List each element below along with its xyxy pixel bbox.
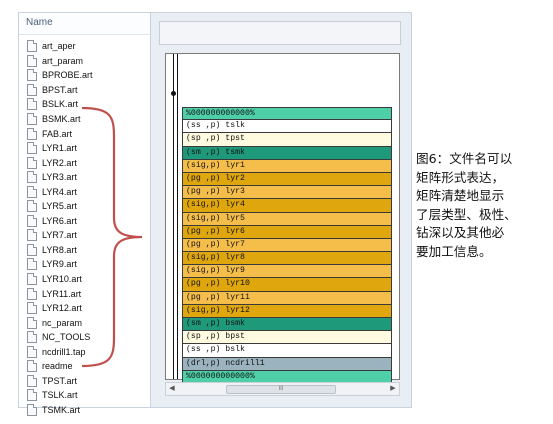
- document-icon: [27, 127, 37, 140]
- document-icon: [27, 287, 37, 300]
- document-icon: [27, 243, 37, 256]
- layer-row[interactable]: (pg ,p) lyr2: [182, 172, 392, 187]
- layer-row[interactable]: (drl,p) ncdrill1: [182, 357, 392, 371]
- horizontal-scrollbar[interactable]: ◀ III ▶: [165, 382, 400, 396]
- caption-line: 了层类型、极性、: [416, 206, 517, 222]
- file-item[interactable]: BPST.art: [27, 83, 93, 98]
- file-name: TSMK.art: [42, 404, 81, 415]
- document-icon: [27, 83, 37, 96]
- layer-row[interactable]: (ss ,p) bslk: [182, 344, 392, 358]
- file-name: LYR6.art: [42, 215, 77, 226]
- file-name: BSLK.art: [42, 99, 79, 110]
- layer-matrix-table: %000000000000% (ss ,p) tslk (sp ,p) tpst (s…: [182, 107, 392, 384]
- file-name: nc_param: [42, 317, 83, 328]
- document-icon: [27, 214, 37, 227]
- document-icon: [27, 403, 37, 416]
- file-name: LYR2.art: [42, 157, 77, 168]
- layer-row[interactable]: (sig,p) lyr5: [182, 212, 392, 226]
- file-name: LYR5.art: [42, 201, 77, 212]
- scroll-left-arrow-icon[interactable]: ◀: [166, 383, 178, 395]
- figure-caption: 图6：文件名可以 矩阵形式表达， 矩阵清楚地显示 了层类型、极性、 钻深以及其他必 要加工…: [416, 150, 550, 262]
- document-icon: [27, 171, 37, 184]
- document-icon: [27, 331, 37, 344]
- document-icon: [27, 40, 37, 53]
- scrollbar-thumb[interactable]: III: [226, 385, 336, 394]
- name-column-header[interactable]: Name: [19, 13, 154, 35]
- file-name: FAB.art: [42, 128, 73, 139]
- layer-row[interactable]: (sig,p) lyr4: [182, 199, 392, 213]
- file-name: art_param: [42, 55, 84, 66]
- document-icon: [27, 229, 37, 242]
- scroll-right-arrow-icon[interactable]: ▶: [387, 383, 399, 395]
- file-name: LYR4.art: [42, 186, 77, 197]
- viewer-toolbar-box: [159, 21, 401, 45]
- document-icon: [27, 200, 37, 213]
- layer-matrix-viewer: %000000000000% (ss ,p) tslk (sp ,p) tpst (s…: [150, 12, 412, 408]
- file-name: BPROBE.art: [42, 70, 93, 81]
- layer-row[interactable]: (sm ,p) tsmk: [182, 146, 392, 160]
- name-header-label: Name: [26, 17, 53, 28]
- file-item[interactable]: TSLK.art: [27, 388, 93, 403]
- layer-row[interactable]: (sig,p) lyr1: [182, 159, 392, 173]
- file-name: LYR11.art: [42, 288, 82, 299]
- document-icon: [27, 54, 37, 67]
- document-icon: [27, 69, 37, 82]
- layer-row[interactable]: %000000000000%: [182, 107, 392, 121]
- matrix-canvas: %000000000000% (ss ,p) tslk (sp ,p) tpst (s…: [165, 53, 400, 384]
- document-icon: [27, 316, 37, 329]
- document-icon: [27, 98, 37, 111]
- document-icon: [27, 156, 37, 169]
- document-icon: [27, 360, 37, 373]
- canvas-guide-line: [177, 54, 178, 379]
- file-name: TSLK.art: [42, 390, 78, 401]
- file-item[interactable]: TPST.art: [27, 374, 93, 389]
- file-name: art_aper: [42, 41, 76, 52]
- layer-row[interactable]: (pg ,p) lyr7: [182, 238, 392, 253]
- layer-row[interactable]: (ss ,p) tslk: [182, 120, 392, 134]
- caption-line: 图6：文件名可以: [416, 151, 513, 166]
- layer-row[interactable]: (pg ,p) lyr11: [182, 291, 392, 305]
- file-name: TPST.art: [42, 375, 78, 386]
- document-icon: [27, 142, 37, 155]
- caption-line: 钻深以及其他必: [416, 225, 505, 241]
- file-name: LYR9.art: [42, 259, 77, 270]
- document-icon: [27, 302, 37, 315]
- document-icon: [27, 258, 37, 271]
- caption-line: 矩阵形式表达，: [416, 169, 505, 185]
- file-item[interactable]: art_aper: [27, 39, 93, 54]
- red-brace-annotation: [81, 106, 143, 368]
- layer-row[interactable]: (sig,p) lyr12: [182, 304, 392, 318]
- layer-row[interactable]: (pg ,p) lyr10: [182, 278, 392, 292]
- file-name: LYR3.art: [42, 172, 77, 183]
- layer-row[interactable]: (pg ,p) lyr3: [182, 186, 392, 200]
- caption-line: 要加工信息。: [416, 243, 492, 259]
- file-name: BPST.art: [42, 84, 78, 95]
- anchor-dot: [171, 91, 176, 96]
- layer-row[interactable]: (sp ,p) tpst: [182, 133, 392, 147]
- file-name: LYR8.art: [42, 244, 77, 255]
- document-icon: [27, 345, 37, 358]
- file-item[interactable]: BPROBE.art: [27, 68, 93, 83]
- layer-row[interactable]: (sp ,p) bpst: [182, 331, 392, 345]
- document-icon: [27, 374, 37, 387]
- file-item[interactable]: TSMK.art: [27, 403, 93, 418]
- document-icon: [27, 389, 37, 402]
- canvas-guide-line: [173, 54, 174, 379]
- file-name: BSMK.art: [42, 114, 81, 124]
- caption-line: 矩阵清楚地显示: [416, 188, 505, 204]
- file-name: LYR12.art: [42, 303, 82, 314]
- layer-row[interactable]: (sig,p) lyr8: [182, 252, 392, 266]
- file-name: LYR10.art: [42, 274, 82, 285]
- file-name: LYR1.art: [42, 143, 77, 154]
- file-name: readme: [42, 361, 73, 372]
- file-name: LYR7.art: [42, 230, 77, 241]
- document-icon: [27, 113, 37, 125]
- document-icon: [27, 273, 37, 286]
- layer-row[interactable]: (pg ,p) lyr6: [182, 225, 392, 239]
- layer-row[interactable]: (sig,p) lyr9: [182, 265, 392, 279]
- file-item[interactable]: art_param: [27, 54, 93, 69]
- document-icon: [27, 185, 37, 198]
- layer-row[interactable]: (sm ,p) bsmk: [182, 318, 392, 332]
